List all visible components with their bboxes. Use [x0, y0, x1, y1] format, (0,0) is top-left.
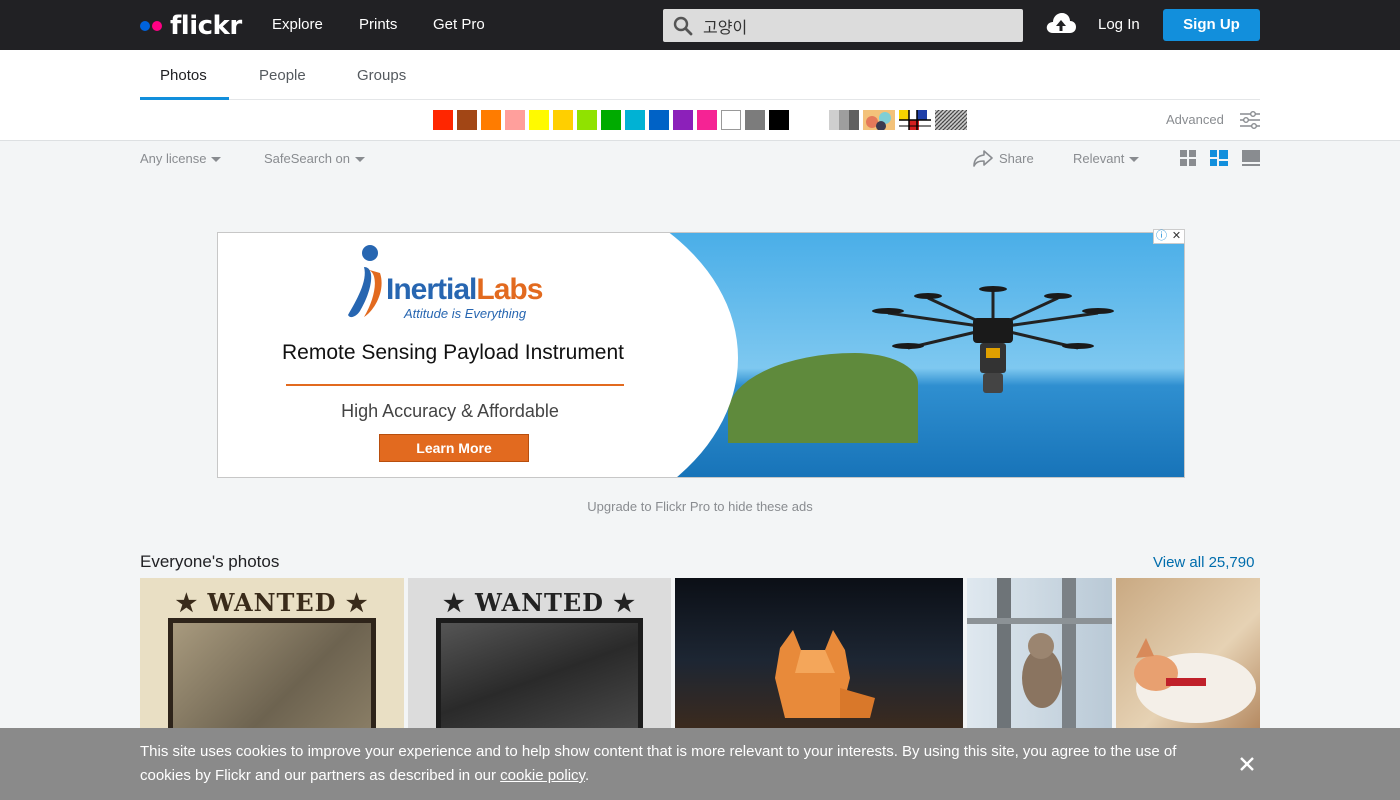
cookie-text-end: .: [584, 767, 590, 784]
share-button[interactable]: Share: [999, 151, 1034, 166]
drone-image: [872, 286, 1114, 393]
search-box: [663, 9, 1023, 42]
logo-pink-dot: [152, 21, 162, 31]
ad-brand-name: InertialLabs: [386, 273, 543, 307]
search-tabs: [140, 50, 1260, 100]
black-and-white-filter-icon[interactable]: [829, 110, 859, 130]
cookie-message: This site uses cookies to improve your e…: [140, 740, 1220, 788]
ad-subline: High Accuracy & Affordable: [341, 401, 559, 421]
tab-photos[interactable]: Photos: [160, 67, 207, 84]
ad-headline: Remote Sensing Payload Instrument: [281, 341, 625, 364]
cookie-consent-banner: This site uses cookies to improve your e…: [0, 728, 1400, 800]
tab-people[interactable]: People: [259, 67, 306, 84]
color-swatch[interactable]: [505, 110, 525, 130]
color-swatch[interactable]: [553, 110, 573, 130]
ad-brand-accent: Labs: [476, 273, 543, 306]
sleeping-cat-image: [1134, 638, 1256, 723]
ad-choices-badge[interactable]: ⓘ ✕: [1153, 229, 1185, 244]
color-swatch[interactable]: [673, 110, 693, 130]
sort-dropdown[interactable]: Relevant: [1073, 151, 1140, 166]
sort-label: Relevant: [1073, 151, 1125, 166]
grid-small-icon[interactable]: [1180, 150, 1196, 166]
color-swatch[interactable]: [433, 110, 453, 130]
search-tabs-panel: Photos People Groups Advanced: [0, 50, 1400, 141]
advertisement-banner[interactable]: InertialLabs Attitude is Everything Remo…: [217, 232, 1185, 478]
chevron-down-icon: [1129, 157, 1140, 163]
photo-thumbnail[interactable]: ★ WANTED ★: [140, 578, 404, 728]
color-swatch[interactable]: [721, 110, 741, 130]
flickr-logo[interactable]: flickr: [140, 11, 242, 41]
sliders-icon[interactable]: [1240, 111, 1260, 129]
share-icon[interactable]: [973, 149, 993, 167]
cookie-text: This site uses cookies to improve your e…: [140, 743, 1177, 784]
minimalist-filter-icon[interactable]: [899, 110, 931, 130]
nav-prints-link[interactable]: Prints: [359, 16, 397, 33]
search-icon[interactable]: [673, 16, 693, 36]
logo-wordmark: flickr: [170, 11, 242, 41]
cat-on-railing-image: [967, 578, 1112, 728]
wanted-banner: ★ WANTED ★: [175, 588, 369, 617]
upgrade-pro-notice[interactable]: Upgrade to Flickr Pro to hide these ads: [0, 499, 1400, 514]
color-swatch[interactable]: [745, 110, 765, 130]
ad-learn-more-button[interactable]: Learn More: [379, 434, 529, 462]
ad-brand-main: Inertial: [386, 273, 477, 306]
color-swatch[interactable]: [577, 110, 597, 130]
license-label: Any license: [140, 151, 207, 166]
sign-up-button[interactable]: Sign Up: [1163, 9, 1260, 41]
safesearch-label: SafeSearch on: [264, 151, 351, 166]
color-swatch[interactable]: [649, 110, 669, 130]
nav-explore-link[interactable]: Explore: [272, 16, 323, 33]
photo-thumbnail[interactable]: [967, 578, 1112, 728]
justified-icon[interactable]: [1210, 150, 1228, 166]
upload-cloud-icon[interactable]: [1045, 11, 1077, 37]
section-title: Everyone's photos: [140, 552, 280, 571]
origami-cat-image: [775, 630, 875, 718]
nav-get-pro-link[interactable]: Get Pro: [433, 16, 485, 33]
photo-thumbnail[interactable]: [675, 578, 963, 728]
top-navigation-bar: flickr Explore Prints Get Pro Log In Sig…: [0, 0, 1400, 50]
poster-frame: [436, 618, 643, 728]
chevron-down-icon: [355, 157, 366, 163]
color-swatch[interactable]: [601, 110, 621, 130]
wanted-banner: ★ WANTED ★: [443, 588, 636, 617]
info-icon[interactable]: ⓘ: [1154, 230, 1169, 243]
photo-thumbnail[interactable]: ★ WANTED ★: [408, 578, 671, 728]
ad-tagline: Attitude is Everything: [404, 306, 527, 321]
color-swatch[interactable]: [697, 110, 717, 130]
poster-frame: [168, 618, 376, 728]
close-icon[interactable]: ✕: [1169, 230, 1184, 243]
search-input[interactable]: [703, 15, 1003, 37]
color-swatch[interactable]: [625, 110, 645, 130]
color-swatch[interactable]: [769, 110, 789, 130]
ad-divider: [286, 384, 624, 386]
large-icon[interactable]: [1242, 150, 1260, 166]
advanced-search-link[interactable]: Advanced: [1166, 112, 1224, 127]
photo-thumbnail[interactable]: [1116, 578, 1260, 728]
shallow-depth-filter-icon[interactable]: [863, 110, 895, 130]
close-icon[interactable]: [1238, 755, 1256, 773]
cookie-policy-link[interactable]: cookie policy: [500, 767, 585, 784]
license-dropdown[interactable]: Any license: [140, 151, 222, 166]
chevron-down-icon: [211, 157, 222, 163]
color-swatch[interactable]: [481, 110, 501, 130]
view-all-link[interactable]: View all 25,790: [1153, 554, 1254, 571]
patterns-filter-icon[interactable]: [935, 110, 967, 130]
safesearch-dropdown[interactable]: SafeSearch on: [264, 151, 366, 166]
color-swatch[interactable]: [529, 110, 549, 130]
tab-groups[interactable]: Groups: [357, 67, 406, 84]
color-swatch[interactable]: [457, 110, 477, 130]
logo-blue-dot: [140, 21, 150, 31]
log-in-link[interactable]: Log In: [1098, 16, 1140, 33]
active-tab-indicator: [140, 97, 229, 100]
